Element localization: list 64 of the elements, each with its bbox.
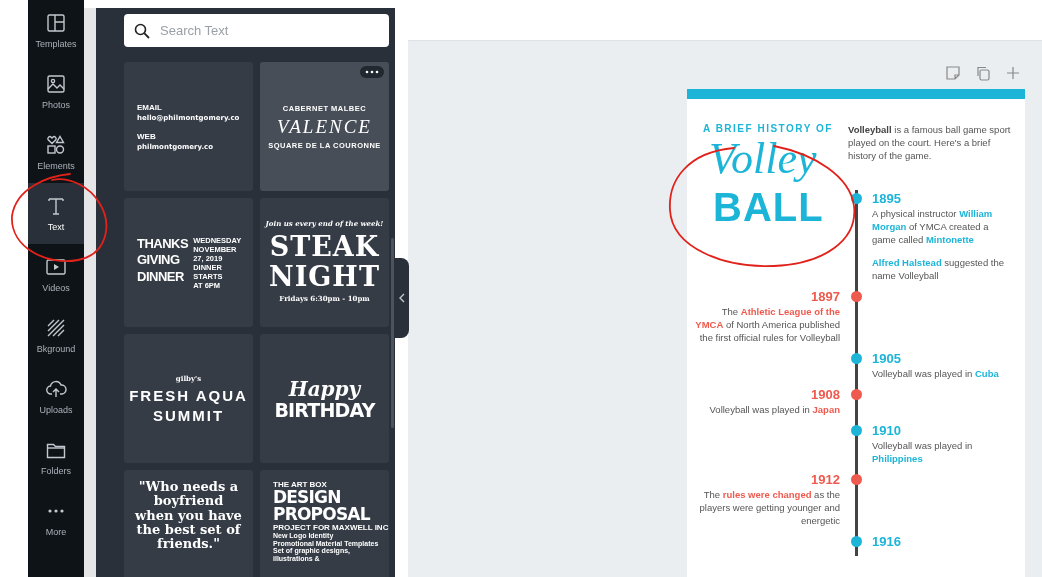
template-text: PROPOSAL: [273, 506, 371, 523]
template-text: SUMMIT: [151, 406, 226, 426]
event-text: A physical instructor William Morgan of YMCA created a game called Mintonette: [872, 207, 994, 246]
event-text: Volleyball was played in Japan: [708, 403, 840, 416]
text-template-card[interactable]: "Who needs a boyfriend when you have the best set of friends.": [124, 470, 253, 577]
title-text: BALL: [712, 184, 824, 230]
more-button[interactable]: [360, 66, 384, 78]
shapes-icon: [45, 134, 67, 156]
year-label: 1910: [872, 422, 902, 439]
sidebar-item[interactable]: Templates: [28, 0, 84, 61]
template-text: FRESH AQUA: [129, 385, 248, 406]
template-text: DESIGN: [273, 489, 342, 506]
script-title: Volley: [708, 134, 817, 185]
template-text: THE ART BOX: [273, 480, 328, 489]
sidebar-item[interactable]: Folders: [28, 427, 84, 488]
event-text: The Athletic League of the YMCA of North America published the first official rules for Volleyball: [695, 305, 840, 344]
template-text: GIVING: [137, 252, 181, 270]
template-text: Happy: [287, 376, 362, 401]
sidebar-item[interactable]: Uploads: [28, 366, 84, 427]
video-icon: [45, 256, 67, 278]
year-label: 1916: [872, 533, 902, 550]
sidebar-item[interactable]: Photos: [28, 61, 84, 122]
text-template-card[interactable]: Happy BIRTHDAY: [260, 334, 389, 463]
year-label: 1905: [872, 350, 902, 367]
search-field[interactable]: Search Text: [124, 14, 389, 47]
year-label: 1897: [810, 288, 840, 305]
more-icon: [365, 70, 379, 74]
template-text: DINNER: [137, 269, 185, 287]
template-text: BIRTHDAY: [274, 400, 375, 421]
upload-cloud-icon: [45, 378, 67, 400]
intro-paragraph: Volleyball is a famous ball game sport played on the court. Here's a brief history of the game.: [848, 123, 1012, 163]
search-icon: [134, 23, 150, 39]
year-label: 1895: [872, 190, 902, 207]
template-text: THANKS: [137, 235, 189, 253]
year-label: 1912: [810, 471, 840, 488]
copy-icon[interactable]: [975, 65, 991, 81]
sidebar-item[interactable]: Text: [28, 183, 84, 244]
chevron-left-icon: [399, 293, 405, 303]
event-text: Alfred Halstead suggested the name Volleyball: [872, 256, 1005, 282]
event-text: Volleyball was played in Philippines: [872, 439, 974, 465]
add-icon[interactable]: [1005, 65, 1021, 81]
template-text: "Who needs a boyfriend when you have the best set of friends.": [134, 480, 243, 552]
sidebar-item[interactable]: More: [28, 488, 84, 549]
sidebar-item[interactable]: Elements: [28, 122, 84, 183]
image-icon: [45, 73, 67, 95]
kicker-text: A BRIEF HISTORY OF: [703, 123, 833, 134]
layout-icon: [45, 12, 67, 34]
template-text: STEAK: [268, 232, 381, 262]
event-text: The rules were changed as the players were getting younger and energetic: [698, 488, 840, 527]
stripes-icon: [45, 317, 67, 339]
more-icon: [48, 509, 64, 513]
template-text: NIGHT: [268, 261, 381, 291]
template-text: WEB: [137, 131, 157, 141]
template-text: EMAIL: [137, 102, 163, 112]
collapse-handle[interactable]: [395, 258, 409, 338]
sidebar-item[interactable]: Bkground: [28, 305, 84, 366]
note-icon[interactable]: [945, 65, 961, 81]
template-text: PROJECT FOR MAXWELL INC: [273, 523, 389, 532]
year-label: 1908: [810, 386, 840, 403]
event-text: Volleyball was played in Cuba: [872, 367, 1000, 380]
sidebar-item[interactable]: Videos: [28, 244, 84, 305]
text-t-icon: [45, 195, 67, 217]
scrollbar[interactable]: [391, 238, 394, 428]
template-text: VALENCE: [276, 115, 373, 138]
